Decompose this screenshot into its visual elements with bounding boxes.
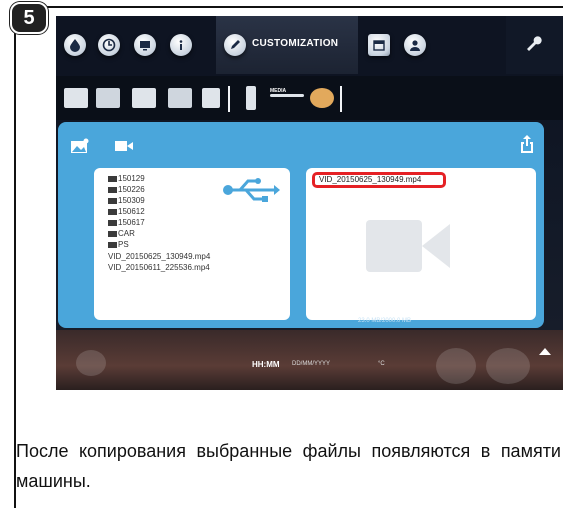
folder-icon xyxy=(108,209,117,215)
list-item[interactable]: 150617 xyxy=(108,218,145,227)
folder-icon xyxy=(108,220,117,226)
folder-icon xyxy=(108,187,117,193)
status-round-button[interactable] xyxy=(436,348,476,384)
status-time: HH:MM xyxy=(252,360,280,369)
top-tab-bar: CUSTOMIZATION xyxy=(56,16,563,74)
list-item[interactable]: VID_20150611_225536.mp4 xyxy=(108,263,210,272)
usb-file-list[interactable]: 150129 150226 150309 150612 150617 CAR P… xyxy=(94,168,290,320)
wrench-icon xyxy=(527,36,542,51)
file-transfer-panel: 150129 150226 150309 150612 150617 CAR P… xyxy=(58,122,544,328)
tab-customization-label: CUSTOMIZATION xyxy=(252,38,339,49)
usb-stick-icon[interactable] xyxy=(246,86,256,110)
list-item[interactable]: 150226 xyxy=(108,185,145,194)
palette-icon[interactable] xyxy=(310,88,334,108)
usb-symbol-icon xyxy=(223,178,280,202)
video-placeholder-icon xyxy=(366,220,450,272)
media-toolbar: MEDIA xyxy=(56,76,563,120)
list-item[interactable]: 150309 xyxy=(108,196,145,205)
status-temperature: °C xyxy=(378,361,385,367)
home-button[interactable] xyxy=(76,350,106,376)
speaker-icon[interactable] xyxy=(202,88,220,108)
status-bar: HH:MM DD/MM/YYYY °C xyxy=(56,330,563,390)
list-item[interactable]: CAR xyxy=(108,229,135,238)
step-number-badge: 5 xyxy=(10,2,48,34)
media-label: MEDIA xyxy=(270,88,287,94)
display-icon[interactable] xyxy=(134,34,156,56)
toolbar-separator xyxy=(340,86,342,112)
folder-icon xyxy=(108,242,117,248)
clock-icon[interactable] xyxy=(98,34,120,56)
slideshow-icon[interactable] xyxy=(132,88,156,108)
folder-icon xyxy=(108,176,117,182)
status-date: DD/MM/YYYY xyxy=(292,361,331,367)
calendar-icon[interactable] xyxy=(368,34,390,56)
pencil-icon xyxy=(224,34,246,56)
list-item[interactable]: VID_20150625_130949.mp4 xyxy=(108,252,210,261)
storage-usage: 23.0 MB/2000.0 MB xyxy=(358,318,412,324)
instruction-caption: После копирования выбранные файлы появля… xyxy=(16,441,561,491)
drop-icon[interactable] xyxy=(64,34,86,56)
picture-frame-icon[interactable] xyxy=(168,88,192,108)
book-open-icon[interactable] xyxy=(96,88,120,108)
export-icon[interactable] xyxy=(518,134,536,154)
video-icon[interactable] xyxy=(114,138,134,154)
copied-file-highlight[interactable]: VID_20150625_130949.mp4 xyxy=(312,172,446,188)
media-line xyxy=(270,94,304,97)
internal-memory-list[interactable]: VID_20150625_130949.mp4 xyxy=(306,168,536,320)
list-item[interactable]: PS xyxy=(108,240,129,249)
book-icon[interactable] xyxy=(64,88,88,108)
toolbar-separator xyxy=(228,86,230,112)
list-item[interactable]: 150612 xyxy=(108,207,145,216)
folder-icon xyxy=(108,198,117,204)
car-display-screen: CUSTOMIZATION MEDIA 150129 150226 150309… xyxy=(56,16,563,390)
list-item[interactable]: 150129 xyxy=(108,174,145,183)
arrow-up-icon[interactable] xyxy=(538,346,552,356)
folder-icon xyxy=(108,231,117,237)
image-icon[interactable] xyxy=(70,138,90,154)
status-round-button[interactable] xyxy=(486,348,530,384)
settings-wrench-button[interactable] xyxy=(506,16,563,74)
info-icon[interactable] xyxy=(170,34,192,56)
user-icon[interactable] xyxy=(404,34,426,56)
